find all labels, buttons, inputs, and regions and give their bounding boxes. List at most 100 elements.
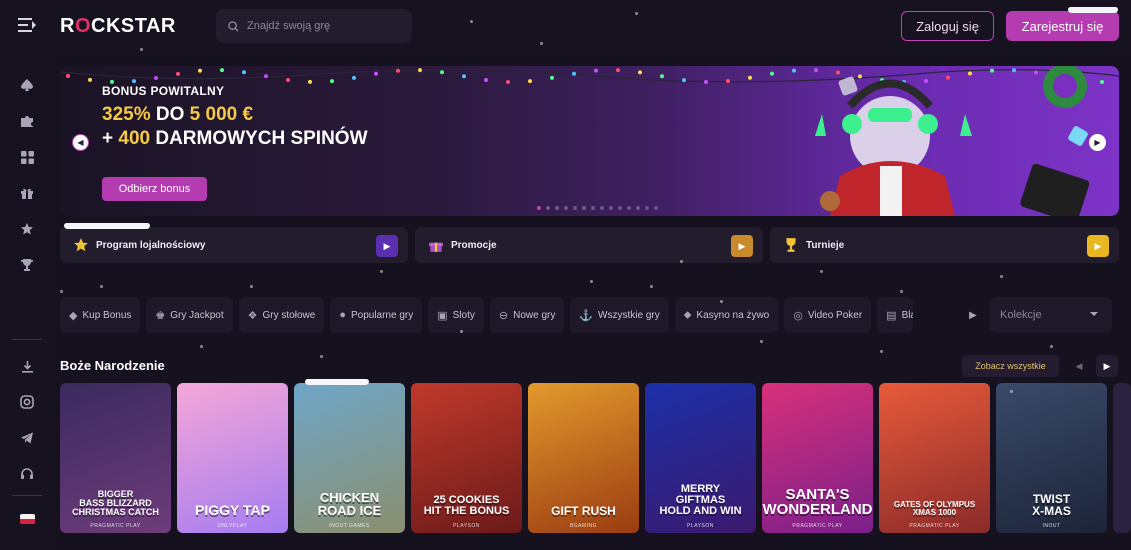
pagination-dot[interactable] [546,206,550,210]
new-icon: ⊖ [498,309,509,322]
category-label: Kup Bonus [82,309,132,321]
banner-next-button[interactable]: ▶ [1089,134,1106,151]
spade-icon[interactable] [19,77,35,93]
pagination-dot[interactable] [537,206,541,210]
pagination-dot[interactable] [573,206,577,210]
category-jackpot[interactable]: ♚ Gry Jackpot [146,297,233,333]
pagination-dot[interactable] [654,206,658,210]
game-title: BIGGER BASS BLIZZARD CHRISTMAS CATCH [72,489,159,517]
diamond-icon: ◆ [69,309,78,322]
login-button[interactable]: Zaloguj się [901,11,994,41]
game-card[interactable]: BIGGER BASS BLIZZARD CHRISTMAS CATCH PRAG… [60,383,171,533]
promo-go-button[interactable]: ▶ [1087,235,1109,257]
claim-bonus-button[interactable]: Odbierz bonus [102,177,207,201]
carousel-next-button[interactable]: ▶ [1096,355,1118,377]
game-card[interactable]: MERRY GIFTMAS HOLD AND WIN PLAYSON [645,383,756,533]
collections-select[interactable]: Kolekcje [990,297,1112,333]
game-title: CHICKEN ROAD ICE [317,490,382,518]
menu-toggle-icon[interactable] [18,18,36,34]
light-bulb [352,75,356,80]
gift-icon[interactable] [19,185,35,201]
game-title: GIFT RUSH [551,504,616,518]
banner-prev-button[interactable]: ◀ [72,134,89,151]
chevron-down-icon [1090,312,1098,316]
game-provider: PLAYSON [453,523,480,529]
download-icon[interactable] [19,358,35,374]
snowflake [820,270,823,273]
promo-label: Program lojalnościowy [96,239,206,251]
telegram-icon[interactable] [19,430,35,446]
promo-card-promotions[interactable]: Promocje ▶ [415,227,763,263]
category-label: Video Poker [807,309,863,321]
fire-icon: ● [339,309,346,321]
snowflake [760,340,763,343]
game-card[interactable]: SANTA'S WONDERLAND PRAGMATIC PLAY [762,383,873,533]
light-bulb [594,68,598,73]
category-label: Gry stołowe [262,309,316,321]
promo-go-button[interactable]: ▶ [731,235,753,257]
game-card[interactable]: PIGGY TAP ONLYPLAY [177,383,288,533]
game-card[interactable]: GIFT RUSH BGAMING [528,383,639,533]
categories-next-icon[interactable]: ▶ [962,297,984,333]
game-card-partial[interactable] [1113,383,1131,533]
category-table-games[interactable]: ❖ Gry stołowe [238,297,325,333]
headset-icon[interactable] [19,466,35,482]
light-bulb [220,68,224,73]
pagination-dot[interactable] [600,206,604,210]
game-title: PIGGY TAP [195,502,270,518]
promo-label: Promocje [451,239,497,251]
grid-icon[interactable] [19,149,35,165]
pagination-dot[interactable] [618,206,622,210]
snowflake [380,270,383,273]
promo-go-button[interactable]: ▶ [376,235,398,257]
game-card[interactable]: 25 COOKIES HIT THE BONUS PLAYSON [411,383,522,533]
pagination-dot[interactable] [645,206,649,210]
site-logo[interactable]: ROCKSTAR [60,15,176,38]
category-fire[interactable]: ● Popularne gry [330,297,423,333]
star-icon[interactable] [19,221,35,237]
section-title: Boże Narodzenie [60,358,165,373]
pagination-dot[interactable] [627,206,631,210]
category-poker[interactable]: ◎ Video Poker [784,297,872,333]
puzzle-icon[interactable] [19,113,35,129]
trophy-icon[interactable] [19,257,35,273]
game-provider: PRAGMATIC PLAY [792,523,843,529]
game-card[interactable]: TWIST X-MAS INOUT [996,383,1107,533]
category-all-games[interactable]: ⚓ Wszystkie gry [570,297,669,333]
light-bulb [638,70,642,75]
game-card[interactable]: GATES OF OLYMPUS XMAS 1000 PRAGMATIC PLAY [879,383,990,533]
category-blackjack[interactable]: ▤ Bla [877,297,914,333]
light-bulb [462,74,466,79]
snowflake [100,285,103,288]
light-bulb [726,79,730,84]
category-label: Kasyno na żywo [696,309,770,321]
language-flag-icon[interactable] [20,514,35,524]
pagination-dot[interactable] [564,206,568,210]
pagination-dot[interactable] [555,206,559,210]
register-button[interactable]: Zarejestruj się [1006,11,1119,41]
light-bulb [572,71,576,76]
snowflake [60,290,63,293]
pagination-dot[interactable] [636,206,640,210]
instagram-icon[interactable] [19,394,35,410]
carousel-prev-button[interactable]: ◀ [1068,355,1090,377]
category-live-casino[interactable]: ⬥ Kasyno na żywo [674,297,779,333]
promo-card-tournaments[interactable]: Turnieje ▶ [770,227,1119,263]
pagination-dot[interactable] [591,206,595,210]
category-new[interactable]: ⊖ Nowe gry [489,297,565,333]
pagination-dot[interactable] [582,206,586,210]
promo-banner[interactable]: BONUS POWITALNY 325% DO 5 000 € + 400 DA… [60,66,1119,216]
slots-icon: ▣ [437,309,448,322]
light-bulb [550,75,554,80]
banner-headline: 325% DO 5 000 € [102,104,254,125]
see-all-button[interactable]: Zobacz wszystkie [962,355,1059,377]
pagination-dot[interactable] [609,206,613,210]
search-box[interactable] [216,9,412,43]
search-input[interactable] [247,20,407,32]
game-title: MERRY GIFTMAS HOLD AND WIN [659,483,742,517]
category-diamond[interactable]: ◆ Kup Bonus [60,297,141,333]
game-card[interactable]: CHICKEN ROAD ICE INOUT GAMES [294,383,405,533]
category-slots[interactable]: ▣ Sloty [428,297,484,333]
promo-card-loyalty[interactable]: Program lojalnościowy ▶ [60,223,408,263]
snowflake [880,350,883,353]
